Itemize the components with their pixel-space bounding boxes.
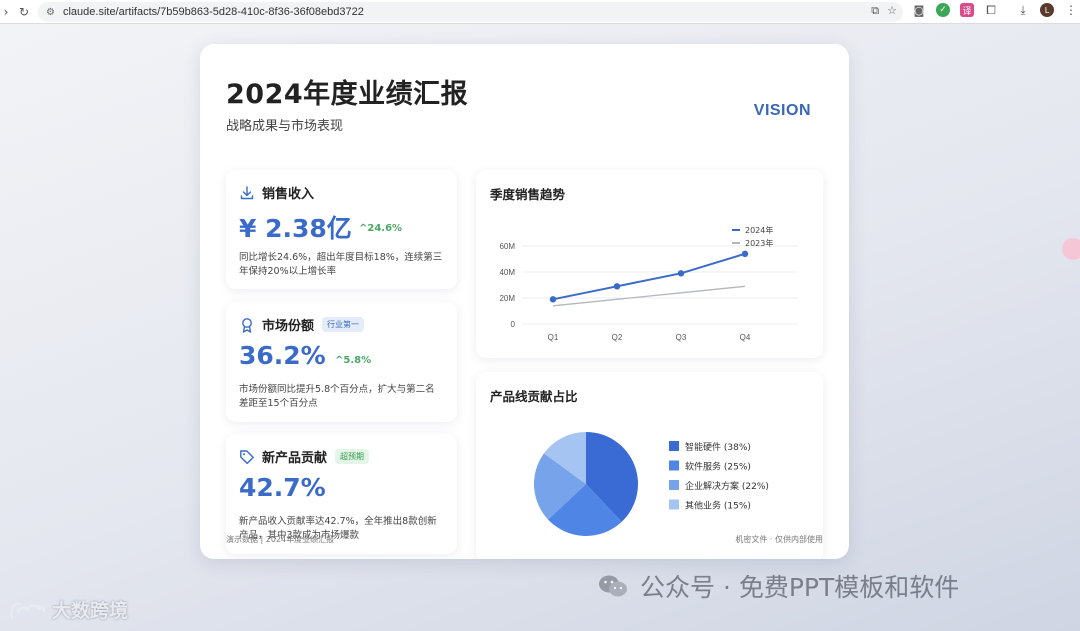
kpi-change: ^24.6% bbox=[359, 223, 403, 234]
legend-swatch bbox=[669, 499, 679, 510]
site-settings-icon[interactable]: ⚙ bbox=[46, 7, 55, 18]
y-tick-label: 0 bbox=[511, 320, 516, 329]
screenshot-extension-icon[interactable]: ◙ bbox=[912, 3, 926, 17]
x-tick-label: Q3 bbox=[676, 333, 687, 342]
download-icon[interactable]: ⤓ bbox=[1016, 3, 1030, 17]
legend-label: 软件服务 (25%) bbox=[685, 461, 751, 473]
more-menu-icon[interactable]: ⋮ bbox=[1064, 3, 1078, 17]
legend-label: 其他业务 (15%) bbox=[685, 500, 751, 512]
logo-icon bbox=[10, 602, 46, 619]
kpi-description: 市场份额同比提升5.8个百分点，扩大与第二名差距至15个百分点 bbox=[239, 384, 435, 409]
y-tick-label: 60M bbox=[499, 242, 515, 251]
footer-confidential: 机密文件 · 仅供内部使用 bbox=[735, 535, 823, 544]
green-extension-icon[interactable]: ✓ bbox=[936, 3, 950, 17]
address-bar[interactable]: ⚙ claude.site/artifacts/7b59b863-5d28-41… bbox=[38, 2, 903, 22]
legend-swatch bbox=[669, 460, 679, 471]
rank-badge: 行业第一 bbox=[322, 317, 365, 332]
report-slide: 2024年度业绩汇报 战略成果与市场表现 VISION 销售收入 ¥ 2.38亿… bbox=[200, 44, 849, 559]
line-chart: 0 20M 40M 60M Q1 Q2 Q3 Q4 2024年 2023年 bbox=[499, 225, 798, 342]
quarterly-trend-card: 季度销售趋势 0 20M 40M 60M Q1 Q2 Q3 Q4 2024年 2023年 bbox=[476, 170, 823, 358]
watermark-logo-text: 大数跨境 bbox=[52, 600, 129, 622]
brand-logo: VISION bbox=[753, 102, 811, 119]
slide-title: 2024年度业绩汇报 bbox=[226, 79, 469, 110]
x-tick-label: Q1 bbox=[548, 333, 559, 342]
data-point bbox=[741, 250, 749, 257]
translate-extension-icon[interactable]: 译 bbox=[960, 3, 974, 17]
kpi-title: 市场份额 bbox=[262, 319, 315, 334]
series-line bbox=[552, 252, 746, 301]
footer-source: 演示数据 | 2024年度业绩汇报 bbox=[226, 535, 335, 544]
reload-icon[interactable]: ↻ bbox=[14, 5, 34, 19]
extensions-puzzle-icon[interactable]: ⧠ bbox=[984, 3, 998, 17]
pie-chart: 智能硬件 (38%) 软件服务 (25%) 企业解决方案 (22%) 其他业务 (15… bbox=[534, 432, 769, 536]
watermark-text: 公众号 · 免费PPT模板和软件 bbox=[640, 573, 960, 602]
kpi-change: ^5.8% bbox=[335, 355, 372, 366]
legend-swatch bbox=[669, 480, 679, 490]
y-tick-label: 20M bbox=[499, 294, 515, 303]
kpi-value: 42.7% bbox=[239, 473, 326, 502]
watermark-wechat: 公众号 · 免费PPT模板和软件 bbox=[598, 568, 959, 604]
watermark-logo: 大数跨境 bbox=[8, 596, 128, 623]
legend-swatch bbox=[669, 441, 679, 451]
browser-toolbar: › ↻ ⚙ claude.site/artifacts/7b59b863-5d2… bbox=[0, 0, 1080, 24]
legend-label: 企业解决方案 (22%) bbox=[685, 480, 769, 492]
url-text: claude.site/artifacts/7b59b863-5d28-410c… bbox=[62, 6, 364, 18]
exceed-badge: 超预期 bbox=[335, 449, 370, 464]
data-point bbox=[613, 283, 621, 290]
kpi-title: 销售收入 bbox=[262, 187, 315, 202]
profile-avatar[interactable]: L bbox=[1040, 3, 1054, 17]
wechat-icon bbox=[599, 575, 627, 597]
side-floating-tab[interactable] bbox=[1062, 238, 1080, 260]
series-line bbox=[552, 285, 746, 307]
bookmark-star-icon[interactable]: ☆ bbox=[887, 4, 897, 18]
kpi-title: 新产品贡献 bbox=[262, 451, 328, 466]
x-tick-label: Q2 bbox=[612, 333, 623, 342]
award-icon bbox=[242, 317, 252, 333]
download-icon bbox=[240, 185, 254, 199]
data-point bbox=[549, 296, 557, 303]
install-app-icon[interactable]: ⧉ bbox=[871, 4, 879, 18]
y-tick-label: 40M bbox=[499, 268, 515, 277]
kpi-value: 36.2% bbox=[239, 341, 326, 370]
kpi-description: 同比增长24.6%，超出年度目标18%，连续第三年保持20%以上增长率 bbox=[239, 252, 443, 277]
slide-subtitle: 战略成果与市场表现 bbox=[226, 119, 344, 134]
product-share-card: 产品线贡献占比 智能硬件 (38%) 软件服务 (25%) 企业解决方案 (22%)… bbox=[476, 372, 823, 559]
kpi-card-sales-revenue: 销售收入 ¥ 2.38亿 ^24.6% 同比增长24.6%，超出年度目标18%，… bbox=[226, 170, 457, 289]
x-tick-label: Q4 bbox=[740, 333, 751, 342]
tag-icon bbox=[240, 449, 254, 464]
legend-label: 智能硬件 (38%) bbox=[685, 441, 751, 453]
legend-label: 2023年 bbox=[745, 238, 773, 248]
kpi-value: ¥ 2.38亿 bbox=[239, 214, 352, 243]
kpi-card-market-share: 市场份额 行业第一 36.2% ^5.8% 市场份额同比提升5.8个百分点，扩大… bbox=[226, 302, 457, 422]
data-point bbox=[677, 270, 685, 277]
legend-label: 2024年 bbox=[745, 225, 773, 235]
